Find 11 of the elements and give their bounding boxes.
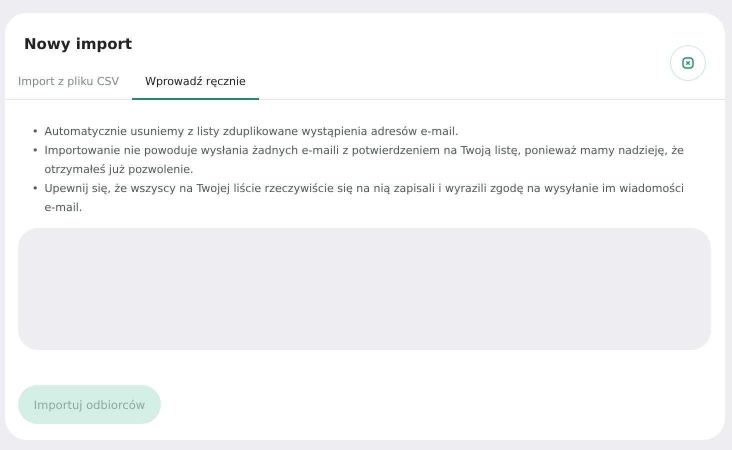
bullet-marker: • xyxy=(32,143,38,159)
note-text: Importowanie nie powoduje wysłania żadnych e-maili z potwierdzeniem na Twoją listę, ponieważ mamy nadzieję, że otrzymałeś już pozwolenie. xyxy=(44,143,685,178)
tab[interactable]: Import z pliku CSV xyxy=(5,75,132,100)
note-text: Automatycznie usuniemy z listy zduplikowane wystąpienia adresów e-mail. xyxy=(44,124,460,140)
bullet-marker: • xyxy=(32,181,38,197)
close-button[interactable] xyxy=(670,45,706,81)
note-text: Upewnij się, że wszyscy na Twojej liście rzeczywiście się na nią zapisali i wyrazili zgodę na wysyłanie im wiadomości e-mail. xyxy=(44,181,685,216)
close-icon xyxy=(682,57,694,69)
dialog-title: Nowy import xyxy=(24,35,132,53)
tab[interactable]: Wprowadź ręcznie xyxy=(132,75,259,100)
bullet-marker: • xyxy=(32,124,38,140)
